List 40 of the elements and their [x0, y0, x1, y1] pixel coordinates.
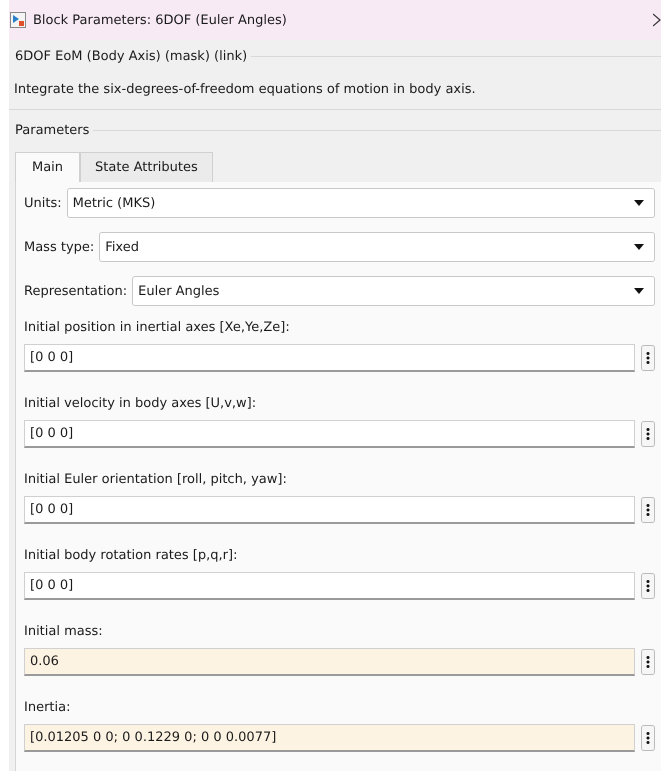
close-icon[interactable]: [653, 13, 661, 27]
caret-icon: [634, 200, 644, 206]
more-options-button[interactable]: [641, 573, 655, 599]
tab[interactable]: Main: [15, 152, 80, 182]
vertical-dots-icon: [646, 579, 650, 593]
dropdown[interactable]: Euler Angles: [132, 276, 655, 306]
field-label: Initial body rotation rates [p,q,r]:: [24, 548, 238, 563]
more-options-button[interactable]: [641, 421, 655, 447]
vertical-dots-icon: [646, 427, 650, 441]
group-heading: Parameters: [15, 122, 90, 138]
more-options-button[interactable]: [641, 345, 655, 371]
dropdown[interactable]: Metric (MKS): [66, 188, 655, 218]
field-label: Initial position in inertial axes [Xe,Ye,Ze]:: [24, 320, 291, 335]
tab[interactable]: State Attributes: [80, 152, 213, 182]
input-field[interactable]: 0.06: [24, 648, 635, 676]
input-field[interactable]: [0 0 0]: [24, 420, 635, 448]
vertical-dots-icon: [646, 655, 650, 669]
field-label: Initial Euler orientation [roll, pitch, yaw]:: [24, 472, 288, 487]
vertical-dots-icon: [646, 503, 650, 517]
input-field[interactable]: [0.01205 0 0; 0 0.1229 0; 0 0 0.0077]: [24, 724, 635, 752]
caret-icon: [634, 244, 644, 250]
field-label: Initial mass:: [24, 624, 104, 639]
field-label: Inertia:: [24, 700, 72, 715]
window-title: Block Parameters: 6DOF (Euler Angles): [33, 12, 288, 28]
input-field[interactable]: [0 0 0]: [24, 572, 635, 600]
block-description: Integrate the six-degrees-of-freedom equations of motion in body axis.: [9, 72, 661, 110]
field-label: Mass type:: [24, 240, 94, 254]
more-options-button[interactable]: [641, 725, 655, 751]
vertical-dots-icon: [646, 731, 650, 745]
dropdown[interactable]: Fixed: [99, 232, 655, 262]
group-heading: 6DOF EoM (Body Axis) (mask) (link): [15, 48, 248, 64]
field-label: Units:: [24, 196, 62, 210]
field-label: Representation:: [24, 284, 128, 298]
field-label: Initial velocity in body axes [U,v,w]:: [24, 396, 258, 411]
caret-icon: [634, 288, 644, 294]
more-options-button[interactable]: [641, 497, 655, 523]
input-field[interactable]: [0 0 0]: [24, 496, 635, 524]
input-field[interactable]: [0 0 0]: [24, 344, 635, 372]
vertical-dots-icon: [646, 351, 650, 365]
more-options-button[interactable]: [641, 649, 655, 675]
